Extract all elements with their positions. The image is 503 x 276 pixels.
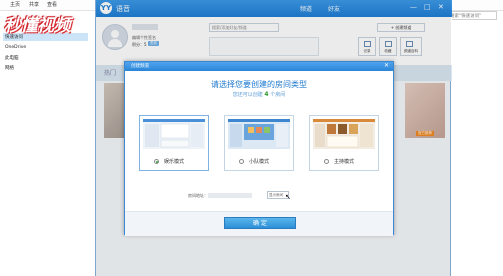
mode-label-entertainment: 娱乐模式: [164, 159, 185, 165]
remaining-prefix: 您还可以创建: [232, 92, 263, 98]
dialog-footer: 确 定: [125, 211, 393, 236]
mode-radio-squad[interactable]: [239, 159, 244, 164]
ribbon-tab-home[interactable]: 主页: [10, 1, 20, 8]
remaining-rooms-text: 您还可以创建 4 个房间: [125, 91, 393, 98]
nav-item-network[interactable]: 网络: [3, 64, 88, 72]
desktop: 主页 共享 查看 快速访问 OneDrive 此电脑 网络 搜索"快速访问" Y…: [0, 0, 503, 276]
ribbon-tab-share[interactable]: 共享: [29, 1, 39, 8]
mode-card-squad[interactable]: 小队模式: [224, 115, 294, 171]
dialog-headline: 请选择您要创建的房间类型: [211, 80, 307, 89]
nav-item-this-pc[interactable]: 此电脑: [3, 54, 88, 62]
entertainment-preview-image: [143, 119, 205, 149]
dialog-close-icon[interactable]: ✕: [384, 62, 389, 69]
ribbon-tab-view[interactable]: 查看: [47, 1, 57, 8]
mode-label-host: 主持模式: [334, 159, 355, 165]
room-address-label: 房间地址：: [188, 193, 208, 198]
remaining-count: 4: [264, 91, 269, 98]
dialog-titlebar: 创建频道 ✕: [125, 62, 393, 71]
mode-radio-entertainment[interactable]: [154, 159, 159, 164]
host-preview-image: [313, 119, 375, 149]
watermark-logo: 秒懂视频: [4, 16, 71, 36]
mode-card-host[interactable]: 主持模式: [309, 115, 379, 171]
dialog-title: 创建频道: [131, 64, 149, 69]
remaining-suffix: 个房间: [270, 92, 286, 98]
mouse-cursor-icon: ↖: [285, 193, 291, 201]
confirm-button[interactable]: 确 定: [224, 217, 296, 229]
squad-preview-image: [228, 119, 290, 149]
mode-radio-host[interactable]: [324, 159, 329, 164]
nav-item-onedrive[interactable]: OneDrive: [3, 44, 88, 51]
mode-label-squad: 小队模式: [249, 159, 270, 165]
mode-card-entertainment[interactable]: 娱乐模式: [139, 115, 209, 171]
room-address-blurred: [208, 193, 252, 198]
explorer-search-input[interactable]: 搜索"快速访问": [447, 11, 497, 20]
explorer-nav-pane: 快速访问 OneDrive 此电脑 网络: [0, 11, 95, 276]
create-channel-dialog: 创建频道 ✕ 请选择您要创建的房间类型 您还可以创建 4 个房间 娱乐模式 小队…: [124, 61, 394, 236]
